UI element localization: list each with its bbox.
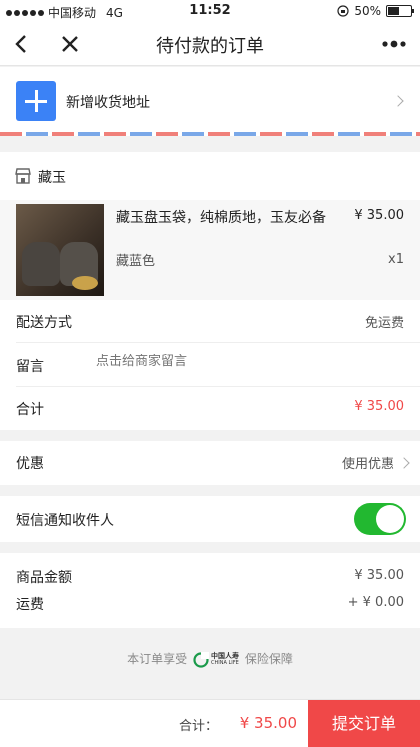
battery-percent: 50% xyxy=(354,4,381,18)
sms-section: 短信通知收件人 xyxy=(0,496,420,542)
china-life-logo: 中国人寿 CHINA LIFE xyxy=(193,651,239,668)
goods-amount-label: 商品金额 xyxy=(16,570,72,586)
delivery-value: 免运费 xyxy=(364,316,404,331)
subtotal-value: ¥ 35.00 xyxy=(354,399,404,414)
subtotal-row: 合计 ¥ 35.00 xyxy=(16,387,420,430)
order-details: 配送方式 免运费 留言 合计 ¥ 35.00 xyxy=(0,300,420,430)
china-life-logo-icon xyxy=(193,651,209,668)
sms-toggle[interactable] xyxy=(354,503,406,535)
address-divider-stripe xyxy=(0,132,420,136)
message-input[interactable] xyxy=(96,354,376,369)
plus-icon xyxy=(16,81,56,121)
freight-label: 运费 xyxy=(16,597,44,613)
shop-icon xyxy=(15,168,31,184)
message-row: 留言 xyxy=(16,344,420,387)
amount-summary: 商品金额 ¥ 35.00 运费 + ¥ 0.00 xyxy=(0,553,420,628)
subtotal-label: 合计 xyxy=(16,402,44,418)
status-bar: 中国移动 4G 11:52 50% xyxy=(0,0,420,22)
goods-amount-value: ¥ 35.00 xyxy=(354,568,404,583)
nav-bar: 待付款的订单 xyxy=(0,22,420,66)
discount-section: 优惠 使用优惠 xyxy=(0,441,420,485)
more-icon[interactable] xyxy=(378,30,410,58)
checkout-bar: ¥ 35.00 合计： 提交订单 xyxy=(0,699,420,747)
add-address-row[interactable]: 新增收货地址 xyxy=(0,67,420,135)
shop-header[interactable]: 藏玉 xyxy=(0,152,420,200)
sms-label: 短信通知收件人 xyxy=(16,513,114,529)
brand-name-cn: 中国人寿 xyxy=(211,651,239,660)
insurance-prefix: 本订单享受 xyxy=(127,652,188,666)
freight-value: + ¥ 0.00 xyxy=(347,595,404,610)
brand-name-en: CHINA LIFE xyxy=(211,659,239,666)
delivery-label: 配送方式 xyxy=(16,315,72,331)
product-image xyxy=(16,204,104,296)
total-value: ¥ 35.00 xyxy=(239,714,297,732)
chevron-right-icon xyxy=(392,95,404,107)
discount-value: 使用优惠 xyxy=(341,457,394,472)
message-label: 留言 xyxy=(16,359,44,375)
product-quantity: x1 xyxy=(388,252,404,267)
total-label: 合计： xyxy=(178,719,218,734)
discount-row[interactable]: 优惠 使用优惠 xyxy=(16,441,420,484)
discount-label: 优惠 xyxy=(16,456,44,472)
product-price: ¥ 35.00 xyxy=(354,208,404,223)
delivery-row[interactable]: 配送方式 免运费 xyxy=(16,300,420,343)
shop-name: 藏玉 xyxy=(38,170,66,186)
insurance-notice: 本订单享受 中国人寿 CHINA LIFE 保险保障 xyxy=(0,650,420,668)
page-title: 待付款的订单 xyxy=(156,36,264,57)
product-item[interactable]: 藏玉盘玉袋，纯棉质地，玉友必备 藏蓝色 ¥ 35.00 x1 xyxy=(0,200,420,300)
chevron-right-icon xyxy=(398,457,410,469)
battery-icon xyxy=(386,5,414,17)
add-address-label: 新增收货地址 xyxy=(66,95,150,111)
product-title: 藏玉盘玉袋，纯棉质地，玉友必备 xyxy=(116,210,326,226)
product-sku: 藏蓝色 xyxy=(116,254,156,269)
insurance-suffix: 保险保障 xyxy=(244,652,293,666)
orientation-lock-icon xyxy=(337,5,349,17)
submit-order-button[interactable]: 提交订单 xyxy=(308,700,420,747)
